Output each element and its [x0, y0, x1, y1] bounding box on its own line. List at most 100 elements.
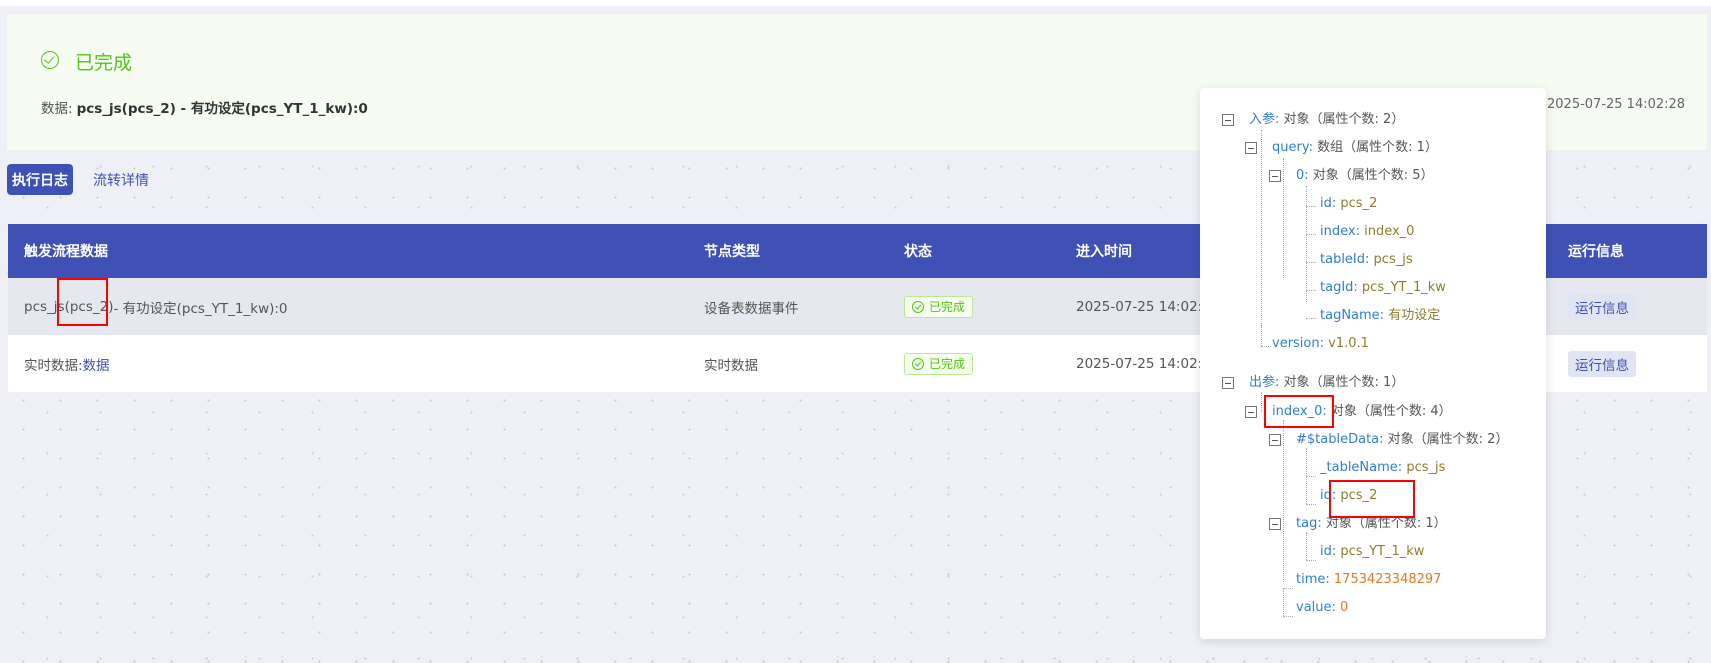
run-info-popover: 入参: 对象（属性个数: 2） query: 数组（属性个数: 1） 0: 对象… [1200, 88, 1546, 639]
tree-line [1306, 532, 1307, 560]
tree-line [1283, 158, 1284, 278]
tree-line [1261, 392, 1262, 412]
tree-node-tagid: tagId: pcs_YT_1_kw [1320, 278, 1446, 298]
tree-node-input: 入参: 对象（属性个数: 2） [1249, 110, 1404, 130]
tree-type: 对象（属性个数: 2） [1283, 112, 1405, 127]
collapse-toggle-icon[interactable] [1269, 518, 1281, 530]
status-badge: 已完成 [904, 352, 974, 375]
header-trigger-data: 触发流程数据 [24, 244, 108, 260]
header-run-info: 运行信息 [1568, 244, 1624, 260]
tree-node-tabledata: #$tableData: 对象（属性个数: 2） [1296, 430, 1508, 450]
tree-node-output: 出参: 对象（属性个数: 1） [1249, 373, 1404, 393]
tree-key: 0: [1296, 168, 1309, 183]
highlight-box [1264, 395, 1334, 428]
status-title: 已完成 [75, 52, 133, 74]
status-data-label: 数据: [41, 101, 73, 117]
tree-value: index_0 [1364, 224, 1415, 239]
tree-type: 对象（属性个数: 2） [1387, 432, 1509, 447]
tree-value: pcs_js [1373, 252, 1413, 267]
tree-key: index: [1320, 224, 1360, 239]
tree-line [1283, 420, 1284, 582]
status-badge: 已完成 [904, 295, 974, 318]
highlight-box [57, 278, 108, 326]
tree-key: 出参: [1249, 375, 1280, 390]
header-node-type: 节点类型 [704, 244, 760, 260]
collapse-toggle-icon[interactable] [1245, 406, 1257, 418]
tree-key: tableId: [1320, 252, 1370, 267]
header-enter-time: 进入时间 [1076, 244, 1132, 260]
tree-type: 对象（属性个数: 1） [1283, 375, 1405, 390]
tab-execution-log[interactable]: 执行日志 [7, 164, 73, 195]
run-info-button[interactable]: 运行信息 [1568, 350, 1636, 377]
check-circle-icon [912, 300, 924, 313]
run-info-button[interactable]: 运行信息 [1568, 293, 1636, 320]
tree-key: tagId: [1320, 280, 1358, 295]
row-run-info: 运行信息 [1568, 335, 1636, 392]
tree-node-tag-id: id: pcs_YT_1_kw [1320, 542, 1424, 562]
collapse-toggle-icon[interactable] [1269, 170, 1281, 182]
tree-value: 1753423348297 [1333, 572, 1442, 587]
collapse-toggle-icon[interactable] [1222, 114, 1234, 126]
tree-key: version: [1272, 336, 1324, 351]
tree-key: query: [1272, 140, 1313, 155]
row-status: 已完成 [904, 278, 974, 335]
check-circle-icon [912, 357, 924, 370]
row-trigger-data: 实时数据: 数据 [24, 335, 110, 392]
row-enter-time: 2025-07-25 14:02:28 [1076, 355, 1220, 372]
tree-value: pcs_2 [1340, 196, 1378, 211]
tree-node-value: value: 0 [1296, 598, 1348, 618]
tree-line [1306, 560, 1316, 561]
row-run-info: 运行信息 [1568, 278, 1636, 335]
tree-node-tagname: tagName: 有功设定 [1320, 306, 1440, 326]
tree-type: 数组（属性个数: 1） [1317, 140, 1438, 155]
collapse-toggle-icon[interactable] [1245, 142, 1257, 154]
tree-key: _tableName: [1320, 460, 1403, 475]
tree-node-version: version: v1.0.1 [1272, 334, 1369, 354]
tree-line [1261, 326, 1262, 346]
tree-node-item0: 0: 对象（属性个数: 5） [1296, 166, 1434, 186]
status-data-value: pcs_js(pcs_2) - 有功设定(pcs_YT_1_kw):0 [76, 101, 368, 117]
tree-line [1306, 476, 1316, 477]
status-time: 2025-07-25 14:02:28 [1547, 97, 1686, 112]
trigger-data-link[interactable]: 数据 [83, 354, 110, 374]
tree-type: 对象（属性个数: 4） [1330, 404, 1452, 419]
tree-value: pcs_YT_1_kw [1340, 544, 1425, 559]
tree-type: 对象（属性个数: 1） [1325, 516, 1447, 531]
check-circle-icon [41, 51, 59, 69]
top-strip [0, 0, 1711, 6]
tree-key: time: [1296, 572, 1330, 587]
tree-line [1283, 588, 1284, 616]
tree-node-index: index: index_0 [1320, 222, 1414, 242]
tree-line [1306, 318, 1316, 319]
tree-key: 入参: [1249, 112, 1280, 127]
collapse-toggle-icon[interactable] [1222, 377, 1234, 389]
tree-line [1306, 206, 1316, 207]
tree-line [1261, 346, 1271, 347]
tree-line [1306, 186, 1307, 302]
tree-value: v1.0.1 [1328, 336, 1369, 351]
header-status: 状态 [904, 244, 932, 260]
tree-line [1283, 588, 1293, 589]
tree-key: tagName: [1320, 308, 1385, 323]
tab-flow-details[interactable]: 流转详情 [93, 170, 149, 190]
row-enter-time: 2025-07-25 14:02:28 [1076, 298, 1220, 315]
tree-value: 有功设定 [1388, 308, 1441, 323]
collapse-toggle-icon[interactable] [1269, 434, 1281, 446]
tree-value: 0 [1340, 600, 1349, 615]
tree-line [1306, 262, 1316, 263]
tree-node-time: time: 1753423348297 [1296, 570, 1441, 590]
tree-line [1306, 234, 1316, 235]
tree-node-tablename: _tableName: pcs_js [1320, 458, 1445, 478]
row-node-type: 实时数据 [704, 357, 758, 374]
tree-node-tableid: tableId: pcs_js [1320, 250, 1413, 270]
trigger-suffix: - 有功设定(pcs_YT_1_kw):0 [113, 300, 288, 317]
tree-value: pcs_YT_1_kw [1361, 280, 1446, 295]
tree-node-query: query: 数组（属性个数: 1） [1272, 138, 1438, 158]
tree-line [1283, 616, 1293, 617]
tree-type: 对象（属性个数: 5） [1312, 168, 1434, 183]
tree-line [1306, 290, 1316, 291]
tree-line [1261, 130, 1262, 346]
tree-key: id: [1320, 196, 1337, 211]
status-data: 数据: pcs_js(pcs_2) - 有功设定(pcs_YT_1_kw):0 [41, 97, 368, 117]
highlight-box [1329, 480, 1415, 518]
